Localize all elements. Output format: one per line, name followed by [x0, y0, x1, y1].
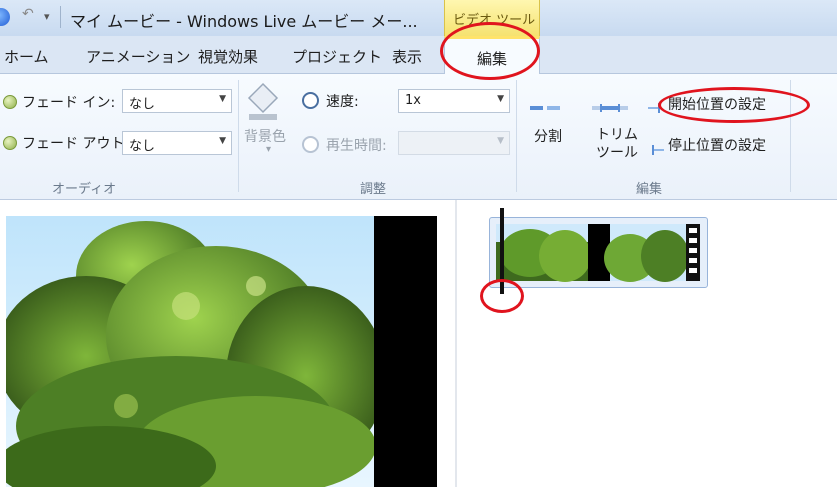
- fade-out-icon: [3, 136, 17, 150]
- chevron-down-icon: ▼: [497, 136, 504, 146]
- tab-project[interactable]: プロジェクト: [292, 46, 382, 67]
- background-color-label[interactable]: 背景色: [244, 126, 286, 146]
- fade-out-value: なし: [129, 139, 156, 154]
- undo-icon[interactable]: ↶: [22, 6, 38, 24]
- ribbon-panel: フェード イン: なし ▼ フェード アウト: なし ▼ オーディオ 背景色 ▾…: [0, 74, 837, 200]
- chevron-down-icon[interactable]: ▾: [266, 144, 271, 155]
- speed-select[interactable]: 1x ▼: [398, 89, 510, 113]
- duration-select[interactable]: ▼: [398, 131, 510, 155]
- dropdown-arrow-icon[interactable]: ▾: [44, 10, 60, 28]
- set-end-point-button[interactable]: 停止位置の設定: [668, 135, 766, 155]
- chevron-down-icon: ▼: [219, 94, 226, 104]
- chevron-down-icon: ▼: [497, 94, 504, 104]
- title-bar: ↶ ▾ マイ ムービー - Windows Live ムービー メー... ビデ…: [0, 0, 837, 36]
- fade-out-label: フェード アウト:: [22, 136, 130, 152]
- contextual-tab-group-label: ビデオ ツール: [453, 13, 536, 28]
- speed-value: 1x: [405, 93, 421, 108]
- paint-bucket-icon[interactable]: [246, 82, 280, 120]
- duration-label: 再生時間:: [326, 138, 387, 154]
- trim-icon[interactable]: [592, 98, 628, 112]
- tab-visual-effects[interactable]: 視覚効果: [198, 46, 258, 67]
- set-start-point-button[interactable]: 開始位置の設定: [668, 94, 766, 114]
- tab-view[interactable]: 表示: [392, 46, 422, 67]
- ribbon-tab-row: ホーム アニメーション 視覚効果 プロジェクト 表示 編集: [0, 36, 837, 75]
- split-button[interactable]: 分割: [534, 126, 562, 146]
- edit-group-label: 編集: [636, 182, 663, 197]
- trim-tool-label-line2[interactable]: ツール: [596, 142, 638, 162]
- set-start-point-icon[interactable]: [648, 98, 664, 113]
- audio-group-label: オーディオ: [52, 182, 117, 197]
- set-end-point-icon[interactable]: [648, 140, 664, 155]
- duration-clock-icon: [302, 136, 319, 153]
- window-title: マイ ムービー - Windows Live ムービー メー...: [70, 12, 418, 31]
- app-icon[interactable]: [0, 8, 10, 26]
- playback-indicator[interactable]: [500, 208, 504, 294]
- fade-in-select[interactable]: なし ▼: [122, 89, 232, 113]
- split-icon[interactable]: [530, 98, 560, 110]
- group-separator: [516, 80, 517, 192]
- chevron-down-icon: ▼: [219, 136, 226, 146]
- group-separator: [790, 80, 791, 192]
- speed-clock-icon: [302, 92, 319, 109]
- group-separator: [238, 80, 239, 192]
- fade-in-icon: [3, 95, 17, 109]
- tab-edit[interactable]: 編集: [444, 36, 540, 75]
- fade-out-select[interactable]: なし ▼: [122, 131, 232, 155]
- adjust-group-label: 調整: [360, 182, 387, 197]
- toolbar-separator: [60, 6, 61, 28]
- trim-tool-label-line1[interactable]: トリム: [596, 124, 638, 144]
- contextual-tab-group-header: ビデオ ツール: [444, 0, 540, 36]
- tab-home[interactable]: ホーム: [4, 46, 49, 67]
- tab-animation[interactable]: アニメーション: [86, 46, 190, 67]
- speed-label: 速度:: [326, 94, 359, 110]
- video-preview[interactable]: [6, 216, 437, 487]
- fade-in-value: なし: [129, 97, 156, 112]
- fade-in-label: フェード イン:: [22, 95, 116, 111]
- video-clip-thumbnail[interactable]: [489, 217, 708, 288]
